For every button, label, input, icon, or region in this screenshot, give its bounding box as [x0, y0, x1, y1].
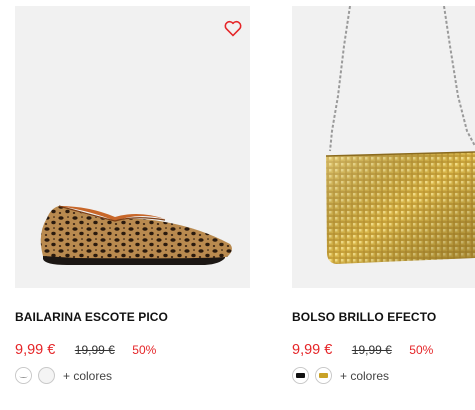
original-price: 19,99 €: [74, 343, 115, 357]
discount-badge: 50%: [409, 343, 434, 357]
color-swatches: + colores: [15, 367, 112, 384]
color-swatch-white[interactable]: [15, 367, 32, 384]
price-block: 9,99 € 19,99 € 50%: [292, 341, 433, 359]
heart-icon[interactable]: [224, 20, 242, 37]
gold-sequin-bag-image: [325, 6, 475, 264]
current-price: 9,99 €: [15, 342, 56, 358]
original-price: 19,99 €: [351, 343, 392, 357]
more-colors-link[interactable]: + colores: [63, 369, 112, 383]
current-price: 9,99 €: [292, 342, 333, 358]
color-swatch-gold[interactable]: [315, 367, 332, 384]
color-swatch-black[interactable]: [292, 367, 309, 384]
discount-badge: 50%: [132, 343, 157, 357]
more-colors-link[interactable]: + colores: [340, 369, 389, 383]
product-title[interactable]: BOLSO BRILLO EFECTO: [292, 310, 436, 324]
leopard-flat-shoe-image: [40, 205, 232, 265]
product-image[interactable]: [292, 6, 475, 288]
product-image[interactable]: [15, 6, 250, 288]
color-swatch-light[interactable]: [38, 367, 55, 384]
product-title[interactable]: BAILARINA ESCOTE PICO: [15, 310, 168, 324]
color-swatches: + colores: [292, 367, 389, 384]
price-block: 9,99 € 19,99 € 50%: [15, 341, 156, 359]
